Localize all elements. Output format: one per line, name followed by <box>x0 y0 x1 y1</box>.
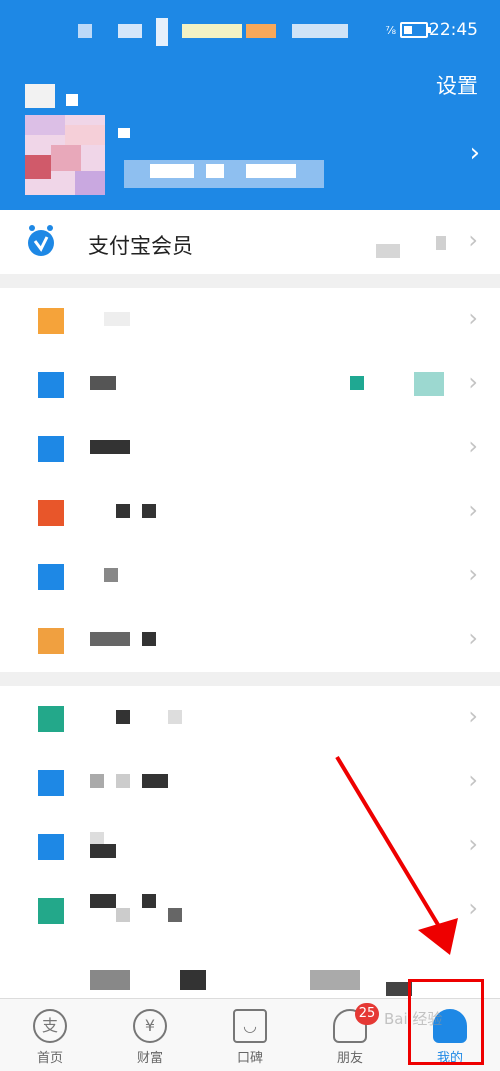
tab-home[interactable]: 支 首页 <box>0 999 100 1071</box>
tab-label: 朋友 <box>336 1051 363 1066</box>
tab-label: 首页 <box>36 1051 63 1066</box>
tab-wealth[interactable]: ¥ 财富 <box>100 999 200 1071</box>
alipay-icon: 支 <box>33 1009 67 1043</box>
koubei-icon: ◡ <box>233 1009 267 1043</box>
tab-koubei[interactable]: ◡ 口碑 <box>200 999 300 1071</box>
tab-label: 财富 <box>136 1051 163 1066</box>
unread-badge: 25 <box>355 1003 379 1025</box>
annotation-box <box>408 979 484 1065</box>
yuan-icon: ¥ <box>133 1009 167 1043</box>
tab-label: 口碑 <box>236 1051 263 1066</box>
annotation-arrow <box>335 755 458 955</box>
